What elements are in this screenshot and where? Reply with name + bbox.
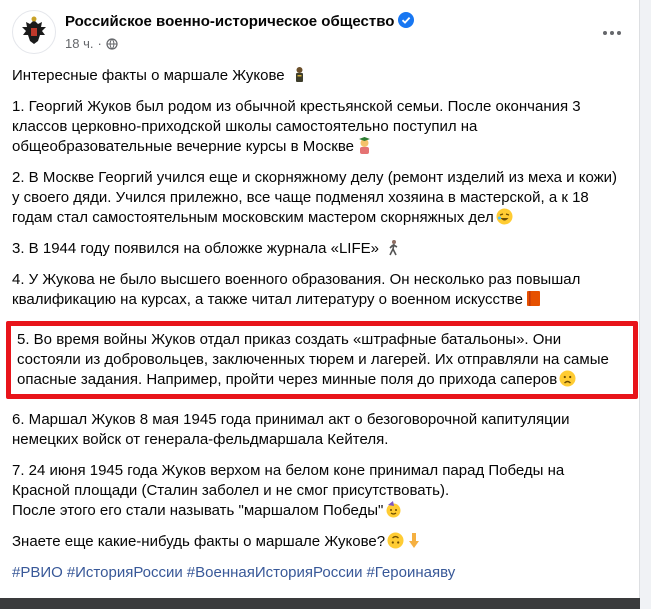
hashtag-rvio[interactable]: #РВИО [12, 564, 63, 581]
fact-2: 2. В Москве Георгий учился еще и скорняж… [12, 168, 624, 228]
upside-down-face-emoji-icon [387, 532, 404, 549]
fact-5-highlighted: 5. Во время войны Жуков отдал приказ соз… [6, 321, 638, 399]
closing-question: Знаете еще какие-нибудь факты о маршале … [12, 532, 624, 552]
page-name[interactable]: Российское военно-историческое общество [65, 12, 415, 32]
student-emoji-icon [356, 137, 373, 154]
laughing-face-emoji-icon [496, 208, 513, 225]
meta-separator: · [97, 36, 102, 51]
fact-4: 4. У Жукова не было высшего военного обр… [12, 270, 624, 310]
hashtag-voennaya-istoriya-rossii[interactable]: #ВоеннаяИсторияРоссии [187, 564, 363, 581]
fact-3: 3. В 1944 году появился на обложке журна… [12, 239, 624, 259]
fact-4-text: 4. У Жукова не было высшего военного обр… [12, 271, 581, 308]
post-text: Интересные факты о маршале Жукове 1. Гео… [6, 66, 638, 594]
post-timestamp[interactable]: 18 ч. [65, 36, 93, 51]
hashtag-geroi-nayavu[interactable]: #Героинаяву [366, 564, 455, 581]
pointing-down-emoji-icon [406, 532, 423, 549]
page-avatar[interactable] [12, 10, 56, 54]
fact-3-text: 3. В 1944 году появился на обложке журна… [12, 240, 379, 257]
verified-badge-icon [398, 12, 415, 32]
double-headed-eagle-logo [14, 12, 54, 52]
post-intro: Интересные факты о маршале Жукове [12, 66, 624, 86]
party-face-emoji-icon [385, 501, 402, 518]
fact-1-text: 1. Георгий Жуков был родом из обычной кр… [12, 98, 581, 155]
walking-person-emoji-icon [385, 239, 402, 256]
post-meta: 18 ч. · [65, 36, 118, 51]
hashtag-list: #РВИО #ИсторияРоссии #ВоеннаяИсторияРоссии… [12, 563, 624, 583]
fact-2-text: 2. В Москве Георгий учился еще и скорняж… [12, 169, 618, 226]
attached-media-preview[interactable] [0, 598, 640, 609]
fact-6-text: 6. Маршал Жуков 8 мая 1945 года принимал… [12, 411, 570, 448]
post-card: Российское военно-историческое общество … [0, 0, 640, 609]
dot-icon [603, 31, 607, 35]
dot-icon [617, 31, 621, 35]
more-options-button[interactable] [597, 18, 627, 48]
book-emoji-icon [525, 290, 542, 307]
sad-face-emoji-icon [559, 370, 576, 387]
fact-7: 7. 24 июня 1945 года Жуков верхом на бел… [12, 461, 624, 521]
closing-question-text: Знаете еще какие-нибудь факты о маршале … [12, 533, 386, 550]
hashtag-istoriya-rossii[interactable]: #ИсторияРоссии [67, 564, 183, 581]
fact-5-text: 5. Во время войны Жуков отдал приказ соз… [17, 331, 609, 388]
globe-icon[interactable] [106, 38, 118, 50]
dot-icon [610, 31, 614, 35]
intro-text: Интересные факты о маршале Жукове [12, 67, 285, 84]
page-name-text[interactable]: Российское военно-историческое общество [65, 13, 394, 30]
post-header: Российское военно-историческое общество … [12, 10, 627, 60]
marshal-figure-emoji-icon [291, 66, 308, 83]
fact-1: 1. Георгий Жуков был родом из обычной кр… [12, 97, 624, 157]
fact-6: 6. Маршал Жуков 8 мая 1945 года принимал… [12, 410, 624, 450]
fact-7-text: 7. 24 июня 1945 года Жуков верхом на бел… [12, 462, 565, 499]
fact-7-extra-text: После этого его стали называть "маршалом… [12, 502, 384, 519]
